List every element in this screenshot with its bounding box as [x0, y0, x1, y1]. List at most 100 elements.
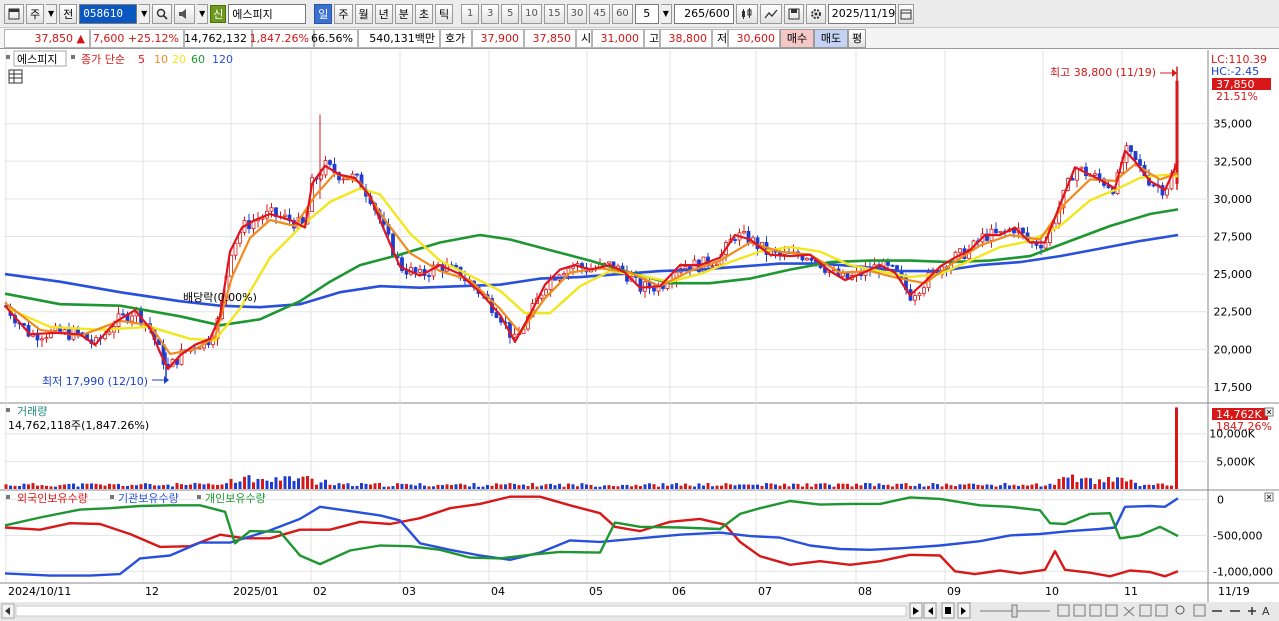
interval-count-input[interactable]: 5: [634, 3, 659, 24]
ma-20-label: 20: [172, 53, 186, 66]
volume-bar: [441, 485, 444, 489]
stock-code-input[interactable]: 058610: [79, 3, 138, 24]
volume-bar: [13, 485, 17, 489]
price-tick-label: 17,500: [1214, 381, 1253, 394]
settings-button[interactable]: [805, 3, 826, 24]
interval-45-button[interactable]: 45: [589, 3, 611, 24]
volume-bar: [1035, 483, 1038, 489]
volume-bar: [909, 485, 912, 489]
volume-bar: [454, 484, 458, 489]
quote-bar: 37,850 ▲ 7,600 +25.12% 14,762,132 1,847.…: [0, 28, 1279, 49]
volume-bar: [333, 485, 336, 489]
volume-label: 거래량: [17, 405, 47, 418]
interval-30-button[interactable]: 30: [566, 3, 588, 24]
volume-bar: [684, 483, 687, 489]
change-percent: +25.12%: [127, 31, 179, 45]
save-button[interactable]: [783, 3, 804, 24]
volume-bar: [405, 483, 408, 489]
volume-bar: [504, 484, 507, 489]
interval-15-button[interactable]: 15: [543, 3, 565, 24]
period-minute-button[interactable]: 분: [394, 3, 413, 24]
period-year-button[interactable]: 년: [374, 3, 393, 24]
chart-settings-button[interactable]: [4, 3, 24, 24]
volume-bar: [378, 483, 381, 489]
interval-5-button[interactable]: 5: [501, 3, 520, 24]
volume-bar: [562, 486, 566, 489]
chevron-down-icon[interactable]: ▼: [197, 3, 209, 24]
volume-tick-label: 5,000K: [1216, 455, 1255, 468]
scrollbar[interactable]: [0, 602, 1279, 621]
interval-10-button[interactable]: 10: [521, 3, 542, 24]
volume-bar: [643, 484, 647, 489]
volume-bar: [121, 485, 125, 489]
candle-body: [62, 329, 67, 333]
period-second-button[interactable]: 초: [414, 3, 433, 24]
volume-bar: [720, 485, 723, 489]
table-icon[interactable]: [8, 69, 23, 84]
chevron-down-icon[interactable]: ▼: [46, 3, 58, 24]
price-value: 37,850: [34, 31, 74, 45]
volume-bar: [108, 483, 111, 489]
chart-line-icon: [764, 9, 778, 18]
volume-bar: [94, 483, 98, 489]
zoom-slider-handle[interactable]: [1011, 604, 1018, 618]
chart-window: 주 ▼ 전 058610 ▼ ▼ 신 에스피지 일 주 월 년 분 초 틱 1 …: [0, 0, 1279, 621]
volume-bar: [351, 486, 354, 489]
candle-type-button[interactable]: [735, 3, 758, 24]
chart-area[interactable]: 17,500 20,000 22,500 25,000 27,500 30,000 32,5…: [0, 50, 1279, 621]
volume-bar: [625, 484, 629, 489]
period-day-button[interactable]: 일: [314, 3, 333, 24]
volume-bar: [1021, 484, 1025, 489]
volume-bar: [292, 480, 296, 489]
volume-bar: [616, 486, 620, 489]
candle-body: [958, 248, 962, 253]
volume-bar: [634, 484, 638, 489]
volume-bar: [1066, 477, 1070, 489]
interval-60-button[interactable]: 60: [612, 3, 633, 24]
stock-name-field[interactable]: 에스피지: [228, 3, 307, 24]
close-icon[interactable]: [1264, 407, 1274, 417]
chevron-down-icon[interactable]: ▼: [660, 3, 672, 24]
volume-bar: [184, 484, 188, 489]
volume-bar: [229, 478, 233, 489]
volume-bar: [1138, 486, 1142, 489]
period-month-button[interactable]: 월: [354, 3, 373, 24]
candle-body: [107, 331, 112, 335]
candle-body: [998, 230, 1003, 234]
volume-bar: [297, 478, 300, 489]
close-icon[interactable]: [1264, 492, 1274, 502]
candle-body: [652, 287, 656, 292]
candle-body: [1093, 173, 1097, 176]
volume-bar: [324, 479, 327, 489]
volume-bar: [130, 484, 134, 489]
volume-bar: [972, 483, 975, 489]
font-size-icon[interactable]: A: [1262, 605, 1270, 618]
sound-button[interactable]: [174, 3, 196, 24]
period-type-select[interactable]: 주: [26, 3, 45, 24]
volume-bar: [9, 485, 12, 489]
prev-button[interactable]: 전: [59, 3, 78, 24]
period-tick-button[interactable]: 틱: [435, 3, 454, 24]
buy-button[interactable]: 매수: [780, 28, 814, 48]
date-input[interactable]: 2025/11/19: [827, 3, 896, 24]
calendar-button[interactable]: [897, 3, 914, 24]
interval-1-button[interactable]: 1: [461, 3, 480, 24]
volume-bar: [189, 484, 192, 489]
interval-3-button[interactable]: 3: [481, 3, 500, 24]
chevron-down-icon[interactable]: ▼: [139, 3, 151, 24]
volume-bar: [373, 483, 377, 489]
volume-bar: [706, 483, 710, 489]
range-input[interactable]: 265/600: [673, 3, 734, 24]
scroll-track[interactable]: [15, 605, 907, 617]
sell-button[interactable]: 매도: [814, 28, 848, 48]
percent-tag: 21.51%: [1216, 90, 1258, 103]
candle-body: [809, 257, 814, 261]
volume-bar: [774, 484, 777, 489]
stop-icon: [945, 607, 951, 614]
compare-button[interactable]: [759, 3, 782, 24]
volume-bar: [364, 483, 368, 489]
search-button[interactable]: [152, 3, 173, 24]
period-week-button[interactable]: 주: [334, 3, 353, 24]
average-button[interactable]: 평: [848, 28, 866, 48]
volume-bar: [22, 483, 26, 489]
